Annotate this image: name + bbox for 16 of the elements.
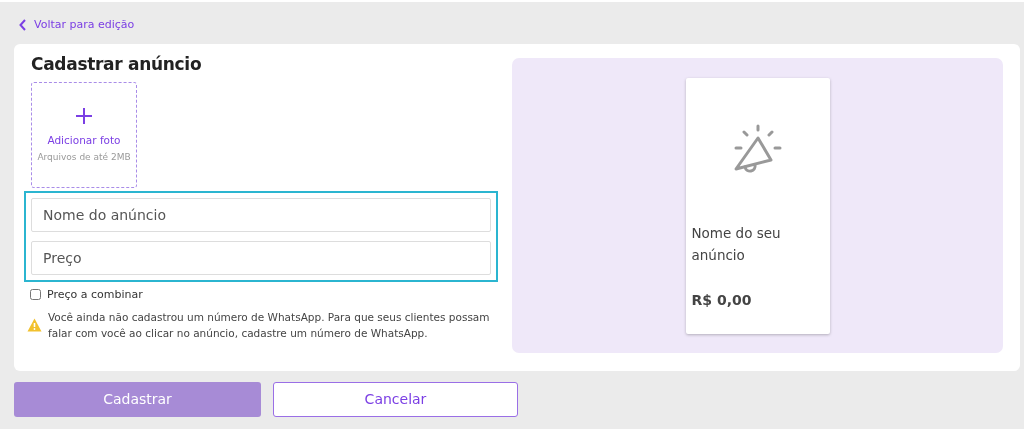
preview-price: R$ 0,00 [691,291,753,308]
upload-label: Adicionar foto [47,133,121,146]
photo-upload[interactable]: Adicionar foto Arquivos de até 2MB [31,81,137,188]
warning-icon [27,317,42,332]
back-link[interactable]: Voltar para edição [19,18,135,31]
form-title: Cadastrar anúncio [31,53,203,74]
chevron-left-icon [19,18,27,31]
input-field[interactable]: Nome do anúncio [31,197,491,232]
preview-name: Nome do seu anúncio [691,223,782,265]
input-field[interactable]: Preço [31,240,491,275]
warning-text: Você ainda não cadastrou um número de WhatsApp. Para que seus clientes possam falar com você ao clicar no anúncio, cadastre um número de WhatsApp. [48,309,491,341]
cancel-button[interactable]: Cancelar [273,381,518,417]
checkbox[interactable] [30,288,41,300]
upload-hint: Arquivos de até 2MB [37,151,131,162]
checkbox-label: Preço a combinar [47,287,143,301]
plus-icon [76,107,92,124]
